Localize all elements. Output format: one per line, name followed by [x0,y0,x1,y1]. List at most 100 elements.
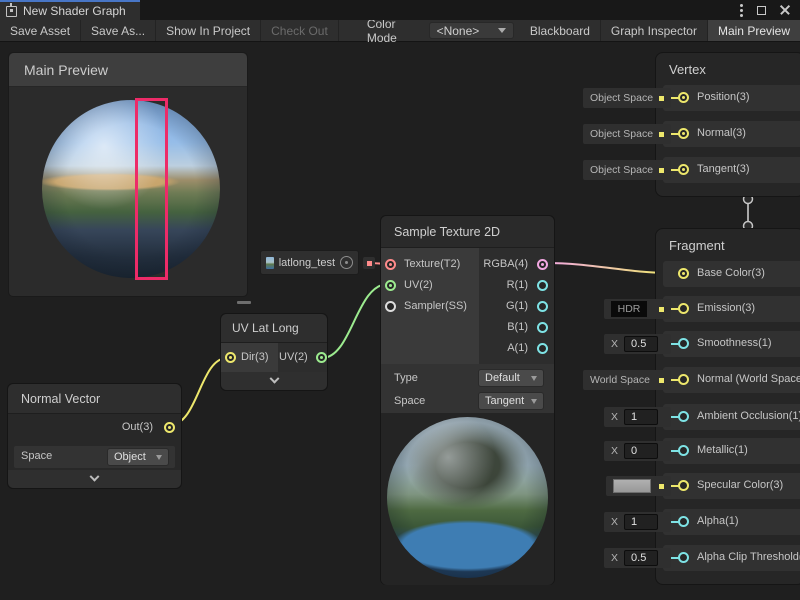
smoothness-port[interactable] [678,338,689,349]
edge-uv-to-sample[interactable] [322,284,388,358]
r-output-port[interactable] [537,280,548,291]
alpha-field[interactable]: 1 [624,514,658,530]
uv-input-port[interactable] [385,280,396,291]
block-ambient-occlusion[interactable]: X 1 Ambient Occlusion(1) [663,404,800,430]
tab-new-shader-graph[interactable]: New Shader Graph [0,0,140,20]
window-controls [740,0,800,20]
space-row: Space Object [14,446,175,468]
input-sampler[interactable]: Sampler(SS) [381,297,479,317]
a-output-port[interactable] [537,343,548,354]
emission-port[interactable] [678,303,689,314]
block-alpha-clip[interactable]: X 0.5 Alpha Clip Threshold(1) [663,545,800,571]
fragment-node-title: Fragment [656,229,800,253]
ambient-occlusion-port[interactable] [678,411,689,422]
normal-port[interactable] [678,128,689,139]
normal-vector-node[interactable]: Normal Vector Out(3) Space Object [7,383,182,489]
uv-output-port[interactable] [316,352,327,363]
dir-input-port[interactable] [225,352,236,363]
b-output-port[interactable] [537,322,548,333]
g-output-port[interactable] [537,301,548,312]
check-out-button: Check Out [261,20,339,41]
specular-color-chip[interactable] [606,476,671,496]
normal-space-dropdown[interactable]: Object [107,448,169,466]
output-b[interactable]: B(1) [479,318,554,338]
normal-ws-port[interactable] [678,374,689,385]
out-port[interactable] [164,422,175,433]
block-alpha[interactable]: X 1 Alpha(1) [663,509,800,535]
latlong-output-port[interactable] [363,257,375,269]
dropdown-arrow-icon [531,399,537,404]
type-dropdown[interactable]: Default [478,369,544,387]
output-g[interactable]: G(1) [479,297,554,317]
output-a[interactable]: A(1) [479,339,554,359]
space-dropdown[interactable]: Tangent [478,392,544,410]
block-emission[interactable]: HDR Emission(3) [663,296,800,322]
metallic-value-chip[interactable]: X 0 [604,441,671,461]
alpha-value-chip[interactable]: X 1 [604,512,671,532]
main-preview-header[interactable]: Main Preview [9,53,247,87]
normal-space-chip[interactable]: Object Space [583,124,671,144]
close-icon[interactable] [780,5,790,15]
block-normal[interactable]: Object Space Normal(3) [663,121,800,147]
block-base-color[interactable]: Base Color(3) [663,261,800,287]
alpha-clip-port[interactable] [678,552,689,563]
block-tangent[interactable]: Object Space Tangent(3) [663,157,800,183]
show-in-project-button[interactable]: Show In Project [156,20,261,41]
block-metallic[interactable]: X 0 Metallic(1) [663,438,800,464]
save-as-button[interactable]: Save As... [81,20,156,41]
color-swatch[interactable] [613,479,651,493]
edge-rgba-to-basecolor[interactable] [546,263,670,273]
specular-color-port[interactable] [678,480,689,491]
alpha-port[interactable] [678,516,689,527]
save-asset-button[interactable]: Save Asset [0,20,81,41]
port-dot-icon [659,378,664,383]
rgba-output-port[interactable] [537,259,548,270]
main-preview-toggle-button[interactable]: Main Preview [708,20,800,41]
collapse-preview-button[interactable] [8,470,181,488]
maximize-icon[interactable] [757,6,766,15]
block-normal-ws[interactable]: World Space Normal (World Space)(3) [663,367,800,393]
ao-field[interactable]: 1 [624,409,658,425]
emission-hdr-chip[interactable]: HDR [604,299,671,319]
main-preview-sphere[interactable] [42,100,220,278]
block-specular-color[interactable]: Specular Color(3) [663,473,800,499]
vertex-node[interactable]: Vertex Object Space Position(3) Object S… [655,52,800,197]
tangent-port[interactable] [678,164,689,175]
position-space-chip[interactable]: Object Space [583,88,671,108]
base-color-port[interactable] [678,268,689,279]
smoothness-field[interactable]: 0.5 [624,336,658,352]
alpha-clip-value-chip[interactable]: X 0.5 [604,548,671,568]
output-r[interactable]: R(1) [479,276,554,296]
main-preview-panel[interactable]: Main Preview [8,52,248,297]
block-smoothness[interactable]: X 0.5 Smoothness(1) [663,331,800,357]
ao-value-chip[interactable]: X 1 [604,407,671,427]
latlong-test-node[interactable]: latlong_test [260,250,359,275]
metallic-port[interactable] [678,445,689,456]
sample-texture-2d-node[interactable]: Sample Texture 2D Texture(T2) UV(2) Samp… [380,215,555,585]
panel-resize-handle[interactable] [237,301,251,304]
more-options-icon[interactable] [740,9,743,12]
uv-lat-long-node[interactable]: UV Lat Long Dir(3) UV(2) [220,313,328,391]
input-uv[interactable]: UV(2) [381,276,479,296]
blackboard-toggle-button[interactable]: Blackboard [520,20,601,41]
smoothness-value-chip[interactable]: X 0.5 [604,334,671,354]
alpha-clip-field[interactable]: 0.5 [624,550,658,566]
position-port[interactable] [678,92,689,103]
sampler-input-port[interactable] [385,301,396,312]
tangent-space-chip[interactable]: Object Space [583,160,671,180]
texture-input-port[interactable] [385,259,396,270]
collapse-preview-button[interactable] [221,372,327,390]
normal-ws-space-chip[interactable]: World Space [583,370,671,390]
input-texture[interactable]: Texture(T2) [381,255,479,275]
hdr-field[interactable]: HDR [611,301,647,317]
output-rgba[interactable]: RGBA(4) [479,255,554,275]
shader-graph-window: New Shader Graph Save Asset Save As... S… [0,0,800,600]
metallic-field[interactable]: 0 [624,443,658,459]
fragment-node[interactable]: Fragment Base Color(3) HDR Emission(3) [655,228,800,585]
graph-canvas[interactable]: Main Preview Vertex Object Space Positio… [0,42,800,600]
selection-rectangle [135,98,168,280]
object-picker-icon[interactable] [340,256,353,269]
color-mode-dropdown[interactable]: <None> [429,22,514,39]
block-position[interactable]: Object Space Position(3) [663,85,800,111]
graph-inspector-toggle-button[interactable]: Graph Inspector [601,20,708,41]
